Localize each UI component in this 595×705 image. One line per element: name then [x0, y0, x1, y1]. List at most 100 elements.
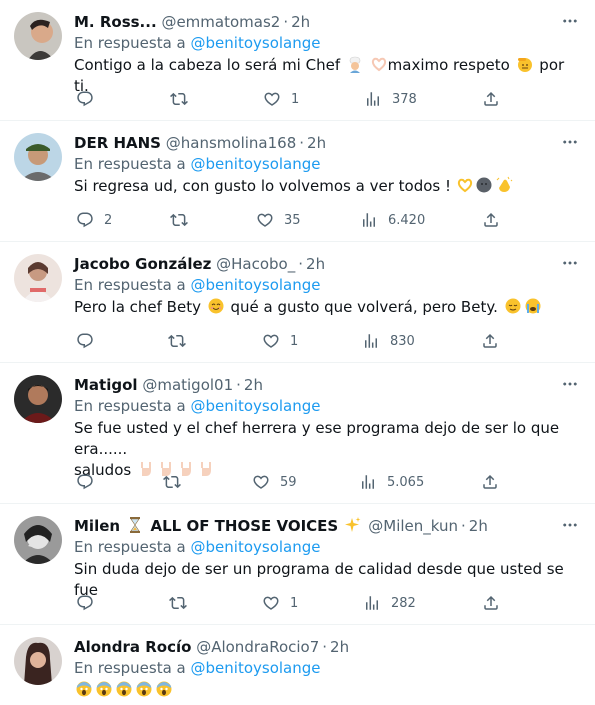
avatar[interactable]: [14, 12, 62, 60]
views-icon: [359, 473, 377, 491]
timestamp[interactable]: 2h: [244, 376, 263, 394]
reply-prefix: En respuesta a: [74, 34, 186, 52]
screaming-face-emoji: [96, 681, 112, 697]
new-moon-face-emoji: [476, 177, 492, 193]
timestamp[interactable]: 2h: [306, 255, 325, 273]
retweet-icon: [170, 90, 188, 108]
heart-icon: [262, 332, 280, 350]
reply-mention-link[interactable]: @benitoysolange: [191, 538, 321, 556]
like-count: 1: [291, 91, 300, 107]
retweet-icon: [169, 594, 187, 612]
retweet-button[interactable]: [168, 330, 196, 352]
like-button[interactable]: 59: [252, 471, 297, 493]
views-icon: [360, 211, 378, 229]
retweet-button[interactable]: [170, 88, 198, 110]
avatar[interactable]: [14, 516, 62, 564]
more-icon[interactable]: [559, 252, 581, 274]
author-name[interactable]: Milen ALL OF THOSE VOICES: [74, 517, 363, 535]
timestamp[interactable]: 2h: [330, 638, 349, 656]
view-count: 378: [392, 91, 417, 107]
reply-button[interactable]: [76, 88, 104, 110]
tweet[interactable]: Matigol @matigol01 · 2h En respuesta a @be…: [0, 363, 595, 504]
author-handle[interactable]: @emmatomas2: [161, 13, 280, 31]
more-icon[interactable]: [559, 373, 581, 395]
reply-mention-link[interactable]: @benitoysolange: [191, 155, 321, 173]
reply-button[interactable]: [76, 592, 104, 614]
reply-context: En respuesta a @benitoysolange: [74, 275, 321, 295]
author-handle[interactable]: @Hacobo_: [216, 255, 295, 273]
like-button[interactable]: 35: [256, 209, 301, 231]
reply-context: En respuesta a @benitoysolange: [74, 33, 321, 53]
share-button[interactable]: [482, 592, 500, 614]
timestamp[interactable]: 2h: [307, 134, 326, 152]
reply-mention-link[interactable]: @benitoysolange: [191, 397, 321, 415]
reply-button[interactable]: 2: [76, 209, 112, 231]
timestamp[interactable]: 2h: [291, 13, 310, 31]
reply-mention-link[interactable]: @benitoysolange: [191, 276, 321, 294]
author-name[interactable]: DER HANS: [74, 134, 161, 152]
views-icon: [364, 90, 382, 108]
like-button[interactable]: 1: [263, 88, 299, 110]
views-button[interactable]: 830: [362, 330, 415, 352]
like-count: 35: [284, 212, 301, 228]
avatar[interactable]: [14, 375, 62, 423]
screaming-face-emoji: [136, 681, 152, 697]
retweet-icon: [163, 473, 181, 491]
avatar[interactable]: [14, 133, 62, 181]
avatar[interactable]: [14, 254, 62, 302]
retweet-button[interactable]: [170, 209, 198, 231]
avatar[interactable]: [14, 637, 62, 685]
tweet-text-part: Pero la chef Bety: [74, 298, 206, 316]
like-button[interactable]: 1: [262, 330, 298, 352]
like-button[interactable]: 1: [262, 592, 298, 614]
share-button[interactable]: [482, 88, 500, 110]
more-icon[interactable]: [559, 131, 581, 153]
more-icon[interactable]: [559, 10, 581, 32]
retweet-button[interactable]: [163, 471, 191, 493]
heart-icon: [263, 90, 281, 108]
action-bar: 2 35 6.420: [74, 209, 504, 231]
author-name[interactable]: Alondra Rocío: [74, 638, 191, 656]
author-handle[interactable]: @Milen_kun: [368, 517, 458, 535]
tweet[interactable]: Alondra Rocío @AlondraRocio7 · 2h En respu…: [0, 625, 595, 705]
reply-button[interactable]: [76, 471, 104, 493]
tweet[interactable]: DER HANS @hansmolina168 · 2h En respuesta …: [0, 121, 595, 242]
views-icon: [363, 594, 381, 612]
reply-button[interactable]: [76, 330, 104, 352]
tweet[interactable]: Milen ALL OF THOSE VOICES @Milen_kun · 2h …: [0, 504, 595, 625]
hourglass-emoji: [130, 517, 141, 533]
share-button[interactable]: [481, 330, 499, 352]
smiling-face-emoji: [208, 298, 224, 314]
reply-mention-link[interactable]: @benitoysolange: [191, 34, 321, 52]
share-button[interactable]: [482, 209, 500, 231]
timestamp[interactable]: 2h: [469, 517, 488, 535]
reply-prefix: En respuesta a: [74, 659, 186, 677]
reply-count: 2: [104, 212, 113, 228]
author-name[interactable]: Matigol: [74, 376, 138, 394]
share-button[interactable]: [481, 471, 499, 493]
views-button[interactable]: 5.065: [359, 471, 424, 493]
author-name-part: ALL OF THOSE VOICES: [145, 517, 344, 535]
views-button[interactable]: 6.420: [360, 209, 425, 231]
author-name[interactable]: Jacobo González: [74, 255, 211, 273]
retweet-button[interactable]: [169, 592, 197, 614]
more-icon[interactable]: [559, 514, 581, 536]
views-button[interactable]: 282: [363, 592, 416, 614]
saluting-face-emoji: [517, 58, 532, 72]
views-button[interactable]: 378: [364, 88, 417, 110]
tweet[interactable]: Jacobo González @Hacobo_ · 2h En respuesta…: [0, 242, 595, 363]
author-handle[interactable]: @matigol01: [142, 376, 233, 394]
screaming-face-emoji: [116, 681, 132, 697]
author-handle[interactable]: @hansmolina168: [166, 134, 296, 152]
reply-mention-link[interactable]: @benitoysolange: [191, 659, 321, 677]
tweet-text-part: Si regresa ud, con gusto lo volvemos a v…: [74, 177, 456, 195]
tweet-text: [74, 680, 574, 701]
action-bar: 1 830: [74, 330, 504, 352]
action-bar: 1 282: [74, 592, 504, 614]
separator-dot: ·: [236, 376, 241, 394]
author-name[interactable]: M. Ross...: [74, 13, 157, 31]
heart-hands-emoji: [457, 178, 472, 193]
author-handle[interactable]: @AlondraRocio7: [196, 638, 319, 656]
chef-emoji: [349, 56, 361, 73]
tweet[interactable]: M. Ross... @emmatomas2 · 2h En respuesta a…: [0, 0, 595, 121]
